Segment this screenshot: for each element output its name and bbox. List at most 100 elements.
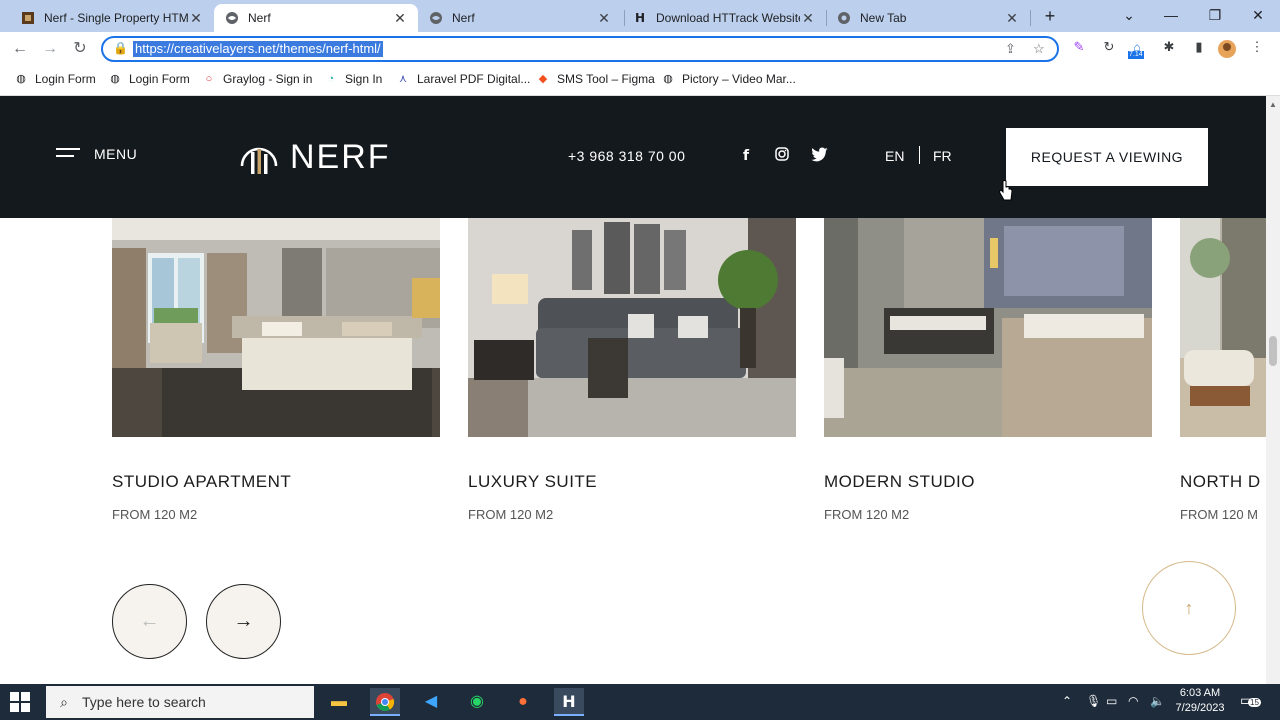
- site-header: MENU NERF +3 968 318 70 00 f EN FR REQUE…: [0, 96, 1266, 218]
- logo-mark-icon: [240, 147, 278, 174]
- browser-tab[interactable]: H Download HTTrack Website ✕: [622, 4, 826, 32]
- page-viewport: MENU NERF +3 968 318 70 00 f EN FR REQUE…: [0, 96, 1266, 684]
- battery-icon[interactable]: ▭: [1106, 694, 1117, 708]
- globe-icon: [428, 10, 444, 26]
- site-logo[interactable]: NERF: [238, 136, 391, 178]
- carousel-next-button[interactable]: →: [206, 584, 281, 659]
- chrome-taskbar-icon[interactable]: [370, 688, 400, 716]
- search-icon: ⌕: [60, 693, 68, 710]
- laravel-icon: ⋏: [398, 73, 408, 85]
- whatsapp-icon[interactable]: ◉: [462, 688, 492, 716]
- bookmark-item[interactable]: ◍ Login Form: [14, 72, 96, 86]
- file-explorer-icon[interactable]: ▬: [324, 688, 354, 716]
- extension-badge-icon[interactable]: ⌂ 7.14: [1126, 39, 1148, 59]
- close-window-icon[interactable]: ✕: [1243, 4, 1273, 26]
- request-viewing-button[interactable]: REQUEST A VIEWING: [1006, 128, 1208, 186]
- system-clock[interactable]: 6:03 AM 7/29/2023: [1172, 686, 1228, 716]
- hand-cursor-icon: [999, 180, 1013, 201]
- notification-center-icon[interactable]: ▭ 15: [1240, 692, 1261, 709]
- close-tab-icon[interactable]: ✕: [188, 10, 204, 27]
- side-panel-icon[interactable]: ▮: [1188, 39, 1210, 59]
- property-size: FROM 120 M: [1180, 507, 1259, 522]
- scroll-to-top-button[interactable]: ↑: [1142, 561, 1236, 655]
- signin-icon: ◔: [327, 73, 335, 85]
- wifi-icon[interactable]: ◠: [1128, 694, 1138, 708]
- vscode-icon[interactable]: ◀: [416, 688, 446, 716]
- browser-tab-strip: Nerf - Single Property HTML ✕ Nerf ✕ Ner…: [0, 0, 1280, 32]
- tab-search-icon[interactable]: ⌄: [1114, 4, 1144, 26]
- bathroom-image[interactable]: [824, 218, 1152, 437]
- refresh-extension-icon[interactable]: ↻: [1098, 39, 1120, 59]
- figma-icon: ◆: [538, 73, 548, 85]
- lounge-image[interactable]: [1180, 218, 1266, 437]
- firefox-icon[interactable]: ●: [508, 688, 538, 716]
- bookmark-item[interactable]: ◔ Sign In: [324, 72, 383, 86]
- pen-extension-icon[interactable]: ✎: [1068, 39, 1090, 59]
- hamburger-icon: [56, 147, 80, 161]
- browser-toolbar: ← → ↻ 🔒 https://creativelayers.net/theme…: [0, 32, 1280, 66]
- tray-chevron-icon[interactable]: ⌃: [1062, 694, 1072, 708]
- nerf-page-icon: [20, 10, 36, 26]
- bedroom-image[interactable]: [112, 218, 440, 437]
- lang-fr[interactable]: FR: [933, 148, 952, 164]
- close-tab-icon[interactable]: ✕: [800, 10, 816, 27]
- bookmarks-bar: ◍ Login Form ◍ Login Form ○ Graylog - Sign …: [0, 66, 1280, 96]
- property-size: FROM 120 M2: [468, 507, 554, 522]
- puzzle-extensions-icon[interactable]: ✱: [1158, 39, 1180, 59]
- volume-icon[interactable]: 🔈: [1150, 694, 1165, 708]
- property-title[interactable]: NORTH D: [1180, 472, 1261, 492]
- carousel-prev-button[interactable]: ←: [112, 584, 187, 659]
- phone-number[interactable]: +3 968 318 70 00: [568, 148, 685, 164]
- menu-button[interactable]: MENU: [56, 146, 137, 162]
- lang-en[interactable]: EN: [885, 148, 904, 164]
- property-title[interactable]: MODERN STUDIO: [824, 472, 975, 492]
- bookmark-item[interactable]: ◍ Login Form: [108, 72, 190, 86]
- new-tab-button[interactable]: +: [1038, 4, 1062, 28]
- browser-tab[interactable]: Nerf - Single Property HTML ✕: [10, 4, 214, 32]
- httrack-taskbar-icon[interactable]: H: [554, 688, 584, 716]
- forward-icon[interactable]: →: [38, 37, 62, 61]
- globe-icon: ◍: [16, 73, 26, 85]
- browser-tab-active[interactable]: Nerf ✕: [214, 4, 418, 32]
- chrome-icon: [836, 10, 852, 26]
- instagram-icon[interactable]: [772, 147, 792, 164]
- profile-avatar[interactable]: [1216, 39, 1238, 59]
- bookmark-item[interactable]: ○ Graylog - Sign in: [202, 72, 313, 86]
- httrack-icon: H: [634, 11, 646, 25]
- address-bar[interactable]: 🔒 https://creativelayers.net/themes/nerf…: [101, 36, 1059, 62]
- browser-menu-icon[interactable]: ⋮: [1246, 39, 1268, 59]
- facebook-icon[interactable]: f: [736, 147, 756, 164]
- property-title[interactable]: LUXURY SUITE: [468, 472, 597, 492]
- windows-taskbar: ⌕ Type here to search ▬ ◀ ◉ ● H ⌃ 🎙 ▭ ◠ …: [0, 684, 1280, 720]
- page-scrollbar[interactable]: ▲: [1266, 96, 1280, 684]
- minimize-icon[interactable]: —: [1156, 4, 1186, 26]
- scrollbar-thumb[interactable]: [1269, 336, 1277, 366]
- close-tab-icon[interactable]: ✕: [392, 10, 408, 27]
- share-icon[interactable]: ⇪: [1005, 41, 1016, 57]
- close-tab-icon[interactable]: ✕: [596, 10, 612, 27]
- twitter-icon[interactable]: [810, 147, 830, 165]
- browser-tab[interactable]: New Tab ✕: [826, 4, 1030, 32]
- bookmark-item[interactable]: ◆ SMS Tool – Figma: [536, 72, 655, 86]
- graylog-icon: ○: [205, 73, 213, 85]
- scroll-up-icon[interactable]: ▲: [1269, 100, 1277, 109]
- back-icon[interactable]: ←: [8, 37, 32, 61]
- close-tab-icon[interactable]: ✕: [1004, 10, 1020, 27]
- globe-icon: ◍: [663, 73, 673, 85]
- taskbar-search-input[interactable]: ⌕ Type here to search: [46, 686, 314, 718]
- browser-tab[interactable]: Nerf ✕: [418, 4, 622, 32]
- globe-icon: ◍: [110, 73, 120, 85]
- lock-icon: 🔒: [113, 41, 128, 55]
- property-title[interactable]: STUDIO APARTMENT: [112, 472, 291, 492]
- bookmark-item[interactable]: ◍ Pictory – Video Mar...: [661, 72, 796, 86]
- bookmark-item[interactable]: ⋏ Laravel PDF Digital...: [396, 72, 530, 86]
- windows-start-icon[interactable]: [10, 692, 30, 712]
- maximize-icon[interactable]: ❐: [1200, 4, 1230, 26]
- property-size: FROM 120 M2: [824, 507, 910, 522]
- property-size: FROM 120 M2: [112, 507, 198, 522]
- reload-icon[interactable]: ↻: [68, 37, 92, 61]
- bookmark-star-icon[interactable]: ☆: [1033, 41, 1045, 57]
- living-room-image[interactable]: [468, 218, 796, 437]
- microphone-icon[interactable]: 🎙: [1086, 694, 1101, 708]
- tab-separator: [1030, 10, 1031, 26]
